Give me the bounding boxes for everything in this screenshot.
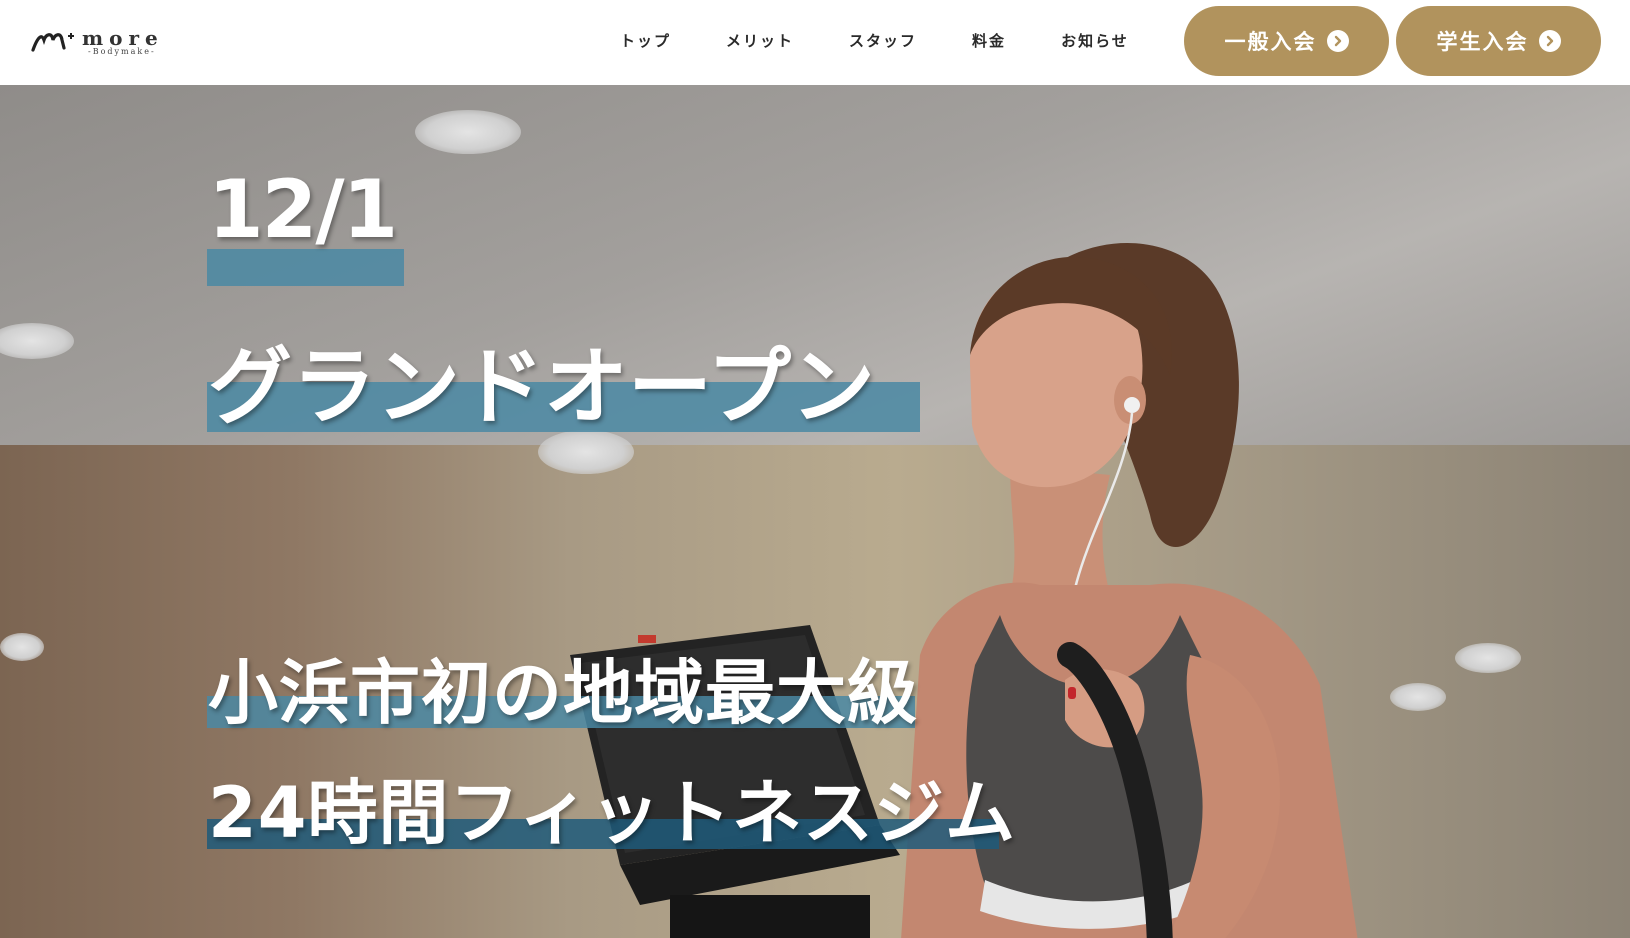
ceiling-light [415,110,521,154]
nav-item-news[interactable]: お知らせ [1061,30,1129,51]
ceiling-light [0,633,44,661]
hero-section: 12/1 グランドオープン 小浜市初の地域最大級 24時間フィットネスジム [0,85,1630,938]
site-header: more -Bodymake- トップ メリット スタッフ 料金 お知らせ 一般… [0,0,1630,85]
chevron-right-circle-icon [1538,30,1561,52]
ceiling-light [1455,643,1521,673]
nav-item-top[interactable]: トップ [620,30,671,51]
main-nav: トップ メリット スタッフ 料金 お知らせ [620,30,1129,51]
brand-tagline: -Bodymake- [88,47,156,56]
nav-item-staff[interactable]: スタッフ [849,30,917,51]
hero-opening: グランドオープン [208,338,875,436]
student-join-label: 学生入会 [1436,30,1529,54]
student-join-button[interactable]: 学生入会 [1396,6,1601,76]
brand-logo[interactable]: more -Bodymake- [30,26,170,60]
general-join-button[interactable]: 一般入会 [1184,6,1389,76]
general-join-label: 一般入会 [1224,30,1317,54]
brand-mark-icon [31,33,74,52]
chevron-right-circle-icon [1326,30,1349,52]
hero-line2: 24時間フィットネスジム [208,772,1017,854]
nav-item-price[interactable]: 料金 [972,30,1006,51]
nav-item-merit[interactable]: メリット [726,30,794,51]
hero-line1: 小浜市初の地域最大級 [208,652,918,734]
hero-date: 12/1 [208,163,398,256]
